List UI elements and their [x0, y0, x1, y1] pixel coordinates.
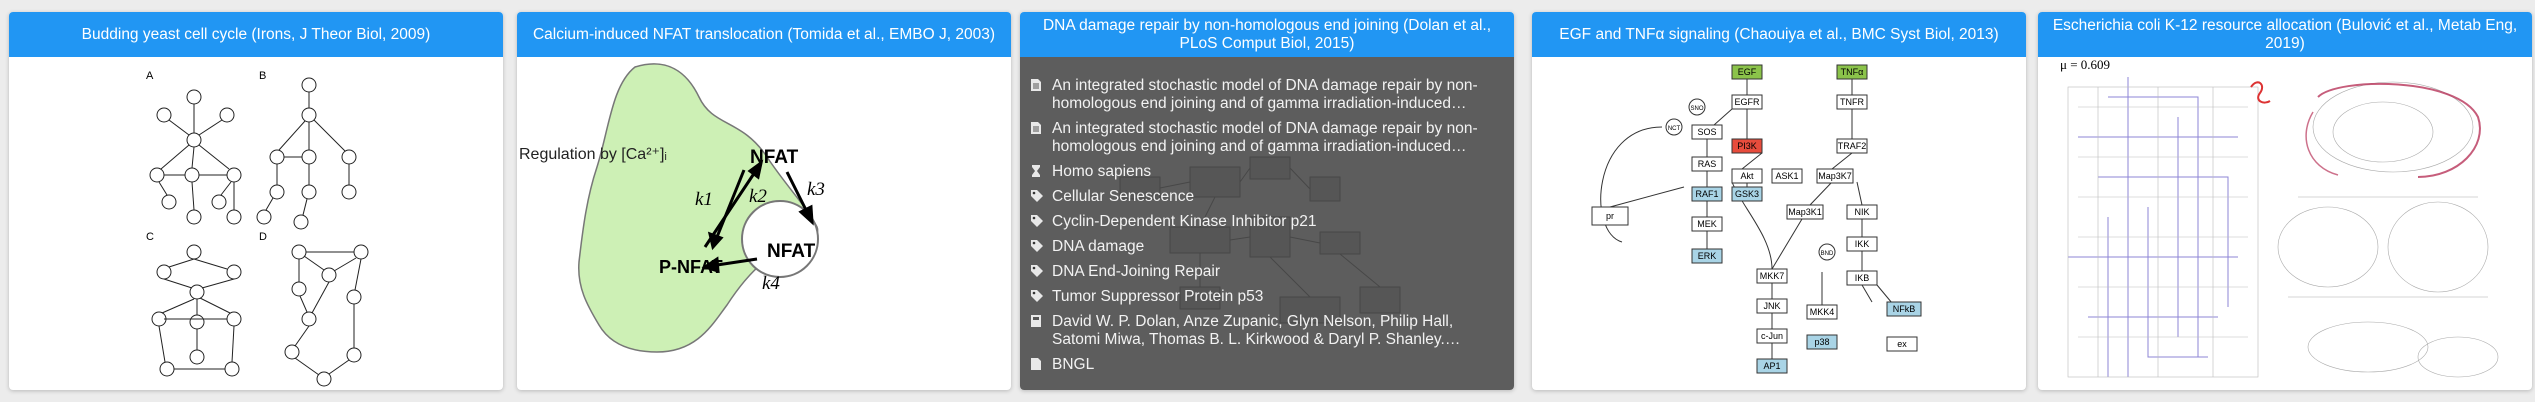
tag-icon [1031, 240, 1043, 252]
node-tnfa: TNFα [1841, 67, 1864, 77]
node-map3k1: Map3K1 [1788, 207, 1822, 217]
overlay-item-citation[interactable]: David W. P. Dolan, Anze Zupanic, Glyn Ne… [1030, 313, 1502, 349]
document-icon [1031, 79, 1041, 91]
card-title[interactable]: Calcium-induced NFAT translocation (Tomi… [517, 12, 1011, 57]
model-card-yeast-cell-cycle[interactable]: Budding yeast cell cycle (Irons, J Theor… [9, 12, 503, 390]
model-card-nfat-translocation[interactable]: Calcium-induced NFAT translocation (Tomi… [517, 12, 1011, 390]
node-bnd: BND [1821, 251, 1834, 257]
ecoli-metabolic-map: μ = 0.609 [2060, 57, 2499, 378]
overlay-text-format: BNGL [1052, 356, 1095, 373]
card-title[interactable]: EGF and TNFα signaling (Chaouiya et al.,… [1532, 12, 2026, 57]
node-egf: EGF [1738, 67, 1757, 77]
panel-label-d: D [259, 231, 267, 243]
nfat-nucleus-label: NFAT [767, 241, 816, 262]
card-row: Budding yeast cell cycle (Irons, J Theor… [0, 0, 2535, 402]
regulation-label: Regulation by [Ca²⁺]ᵢ [519, 146, 667, 163]
details-overlay[interactable]: An integrated stochastic model of DNA da… [1020, 57, 1514, 390]
overlay-item-tag[interactable]: DNA damage [1030, 238, 1502, 256]
node-traf2: TRAF2 [1838, 141, 1867, 151]
overlay-text-tag: Cyclin-Dependent Kinase Inhibitor p21 [1052, 213, 1317, 230]
overlay-text-tag: DNA End-Joining Repair [1052, 263, 1221, 280]
overlay-text-tag: Tumor Suppressor Protein p53 [1052, 288, 1264, 305]
k1-label: k1 [695, 189, 713, 210]
egf-tnfa-network: EGF TNFα EGFR TNFR SOS PI3K TRAF2 RAS Ak… [1591, 64, 1922, 374]
red-annotation [2250, 81, 2271, 104]
card-title[interactable]: DNA damage repair by non-homologous end … [1020, 12, 1514, 57]
node-nfkb: NFkB [1893, 304, 1916, 314]
card-thumbnail[interactable]: Regulation by [Ca²⁺]ᵢ NFAT NFAT P-NFAT k… [517, 57, 1011, 390]
node-egfr: EGFR [1734, 97, 1760, 107]
model-card-dna-repair[interactable]: DNA damage repair by non-homologous end … [1020, 12, 1514, 390]
yeast-network-diagram: A B C D [146, 70, 369, 387]
k2-label: k2 [749, 186, 767, 207]
node-ikb: IKB [1855, 273, 1870, 283]
tag-icon [1031, 290, 1043, 302]
node-akt: Akt [1740, 171, 1754, 181]
card-title[interactable]: Budding yeast cell cycle (Irons, J Theor… [9, 12, 503, 57]
node-ask1: ASK1 [1775, 171, 1798, 181]
node-pi3k: PI3K [1737, 141, 1757, 151]
node-cjun: c-Jun [1761, 331, 1783, 341]
node-sno: SNO [1690, 106, 1703, 112]
node-mkk7: MKK7 [1760, 271, 1785, 281]
node-gsk3: GSK3 [1735, 189, 1759, 199]
node-jnk: JNK [1763, 301, 1780, 311]
node-raf1: RAF1 [1695, 189, 1718, 199]
overlay-item-format[interactable]: BNGL [1030, 356, 1502, 374]
overlay-item-tag[interactable]: Cellular Senescence [1030, 188, 1502, 206]
card-thumbnail[interactable]: EGF TNFα EGFR TNFR SOS PI3K TRAF2 RAS Ak… [1532, 57, 2026, 390]
panel-label-a: A [146, 70, 154, 82]
node-tnfr: TNFR [1840, 97, 1864, 107]
overlay-item-title[interactable]: An integrated stochastic model of DNA da… [1030, 77, 1502, 113]
overlay-item-tag[interactable]: Tumor Suppressor Protein p53 [1030, 288, 1502, 306]
mu-label: μ = 0.609 [2060, 57, 2110, 72]
card-thumbnail[interactable]: A B C D [9, 57, 503, 390]
overlay-text-tag: Cellular Senescence [1052, 188, 1195, 205]
node-ikk: IKK [1855, 239, 1870, 249]
overlay-text-citation: David W. P. Dolan, Anze Zupanic, Glyn Ne… [1052, 313, 1454, 348]
tag-icon [1031, 190, 1043, 202]
overlay-item-tag[interactable]: Cyclin-Dependent Kinase Inhibitor p21 [1030, 213, 1502, 231]
red-pathway [2317, 82, 2481, 178]
model-card-ecoli-resource[interactable]: Escherichia coli K-12 resource allocatio… [2038, 12, 2532, 390]
card-thumbnail[interactable]: μ = 0.609 [2038, 57, 2532, 390]
k4-label: k4 [762, 273, 780, 294]
node-ap1: AP1 [1763, 361, 1780, 371]
panel-label-c: C [146, 231, 154, 243]
node-nik: NIK [1854, 207, 1869, 217]
overlay-item-description[interactable]: An integrated stochastic model of DNA da… [1030, 120, 1502, 156]
overlay-text-organism: Homo sapiens [1052, 163, 1152, 180]
node-pr: pr [1606, 211, 1614, 221]
author-icon [1031, 315, 1041, 327]
nfat-cell-diagram: Regulation by [Ca²⁺]ᵢ NFAT NFAT P-NFAT k… [519, 63, 825, 353]
tag-icon [1031, 215, 1043, 227]
node-mek: MEK [1697, 219, 1717, 229]
node-map3k7: Map3K7 [1818, 171, 1852, 181]
panel-label-b: B [259, 70, 266, 82]
overlay-item-tag[interactable]: DNA End-Joining Repair [1030, 263, 1502, 281]
card-thumbnail[interactable]: An integrated stochastic model of DNA da… [1020, 57, 1514, 390]
tag-icon [1031, 265, 1043, 277]
node-ras: RAS [1698, 159, 1717, 169]
overlay-text-tag: DNA damage [1052, 238, 1145, 255]
hourglass-icon [1032, 165, 1040, 177]
node-sos: SOS [1697, 127, 1716, 137]
overlay-text-description: An integrated stochastic model of DNA da… [1052, 120, 1478, 155]
node-p38: p38 [1814, 337, 1829, 347]
overlay-text-title: An integrated stochastic model of DNA da… [1052, 77, 1478, 112]
node-ex: ex [1897, 339, 1907, 349]
node-mkk4: MKK4 [1810, 307, 1835, 317]
card-title[interactable]: Escherichia coli K-12 resource allocatio… [2038, 12, 2532, 57]
file-icon [1031, 358, 1041, 370]
node-erk: ERK [1698, 251, 1717, 261]
overlay-item-organism[interactable]: Homo sapiens [1030, 163, 1502, 181]
model-card-egf-tnfa[interactable]: EGF and TNFα signaling (Chaouiya et al.,… [1532, 12, 2026, 390]
k3-label: k3 [807, 179, 825, 200]
document-icon [1031, 122, 1041, 134]
node-nct: NCT [1668, 126, 1681, 132]
